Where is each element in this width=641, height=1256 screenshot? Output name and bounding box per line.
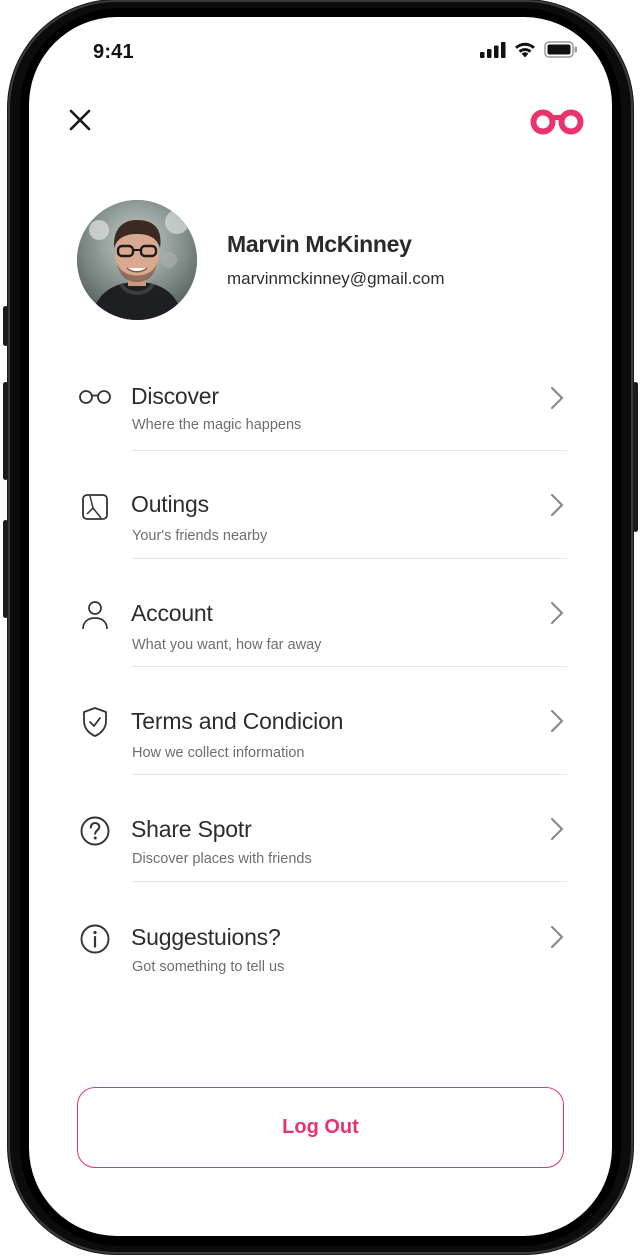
screen: 9:41 Marvin McKinney marvinmckinney@gmai… — [29, 17, 612, 1236]
brand-logo[interactable] — [530, 109, 584, 135]
menu-item-discover[interactable]: Discover Where the magic happens — [73, 377, 567, 485]
menu-item-subtitle: Got something to tell us — [132, 959, 285, 975]
spotr-logo-icon — [530, 109, 584, 135]
menu-divider — [131, 881, 567, 882]
volume-up-button — [3, 382, 8, 480]
menu-item-subtitle: What you want, how far away — [132, 637, 322, 653]
avatar-photo — [77, 200, 197, 320]
chevron-right-icon — [550, 386, 564, 410]
menu-divider — [131, 558, 567, 559]
chevron-right-icon — [550, 925, 564, 949]
cellular-signal-icon — [480, 41, 506, 58]
close-icon — [69, 109, 91, 131]
menu-divider — [131, 774, 567, 775]
menu-item-label: Terms and Condicion — [131, 708, 344, 734]
profile-email: marvinmckinney@gmail.com — [227, 269, 445, 288]
volume-down-button — [3, 520, 8, 618]
binoculars-icon — [73, 379, 117, 415]
menu-item-outings[interactable]: Outings Your's friends nearby — [73, 485, 567, 593]
status-time: 9:41 — [93, 41, 134, 63]
chevron-right-icon — [550, 709, 564, 733]
menu-item-subtitle: How we collect information — [132, 745, 305, 761]
silent-switch — [3, 306, 8, 346]
power-button — [633, 382, 638, 532]
shield-check-icon — [73, 704, 117, 740]
logout-label: Log Out — [282, 1116, 359, 1138]
menu-item-subtitle: Where the magic happens — [132, 417, 302, 433]
menu-item-label: Discover — [131, 383, 219, 409]
menu-item-terms[interactable]: Terms and Condicion How we collect infor… — [73, 701, 567, 809]
battery-icon — [544, 41, 577, 58]
menu-divider — [131, 450, 567, 451]
info-circle-icon — [73, 921, 117, 957]
user-icon — [73, 597, 117, 633]
close-button[interactable] — [65, 105, 95, 135]
menu-item-label: Account — [131, 600, 213, 626]
menu-item-subtitle: Your's friends nearby — [132, 528, 268, 544]
menu-divider — [131, 666, 567, 667]
menu-item-subtitle: Discover places with friends — [132, 851, 312, 867]
question-circle-icon — [73, 813, 117, 849]
profile-name: Marvin McKinney — [227, 231, 412, 257]
menu-item-label: Outings — [131, 491, 209, 517]
logout-button[interactable]: Log Out — [77, 1087, 564, 1168]
menu-item-label: Suggestuions? — [131, 924, 281, 950]
menu-item-account[interactable]: Account What you want, how far away — [73, 593, 567, 701]
menu-item-suggestions[interactable]: Suggestuions? Got something to tell us — [73, 917, 567, 1025]
avatar — [77, 200, 197, 320]
menu-item-share[interactable]: Share Spotr Discover places with friends — [73, 809, 567, 917]
chevron-right-icon — [550, 817, 564, 841]
map-icon — [73, 489, 117, 525]
status-icons — [480, 41, 578, 58]
menu-item-label: Share Spotr — [131, 816, 252, 842]
chevron-right-icon — [550, 601, 564, 625]
chevron-right-icon — [550, 493, 564, 517]
phone-frame: 9:41 Marvin McKinney marvinmckinney@gmai… — [3, 0, 638, 1254]
wifi-icon — [515, 42, 535, 58]
